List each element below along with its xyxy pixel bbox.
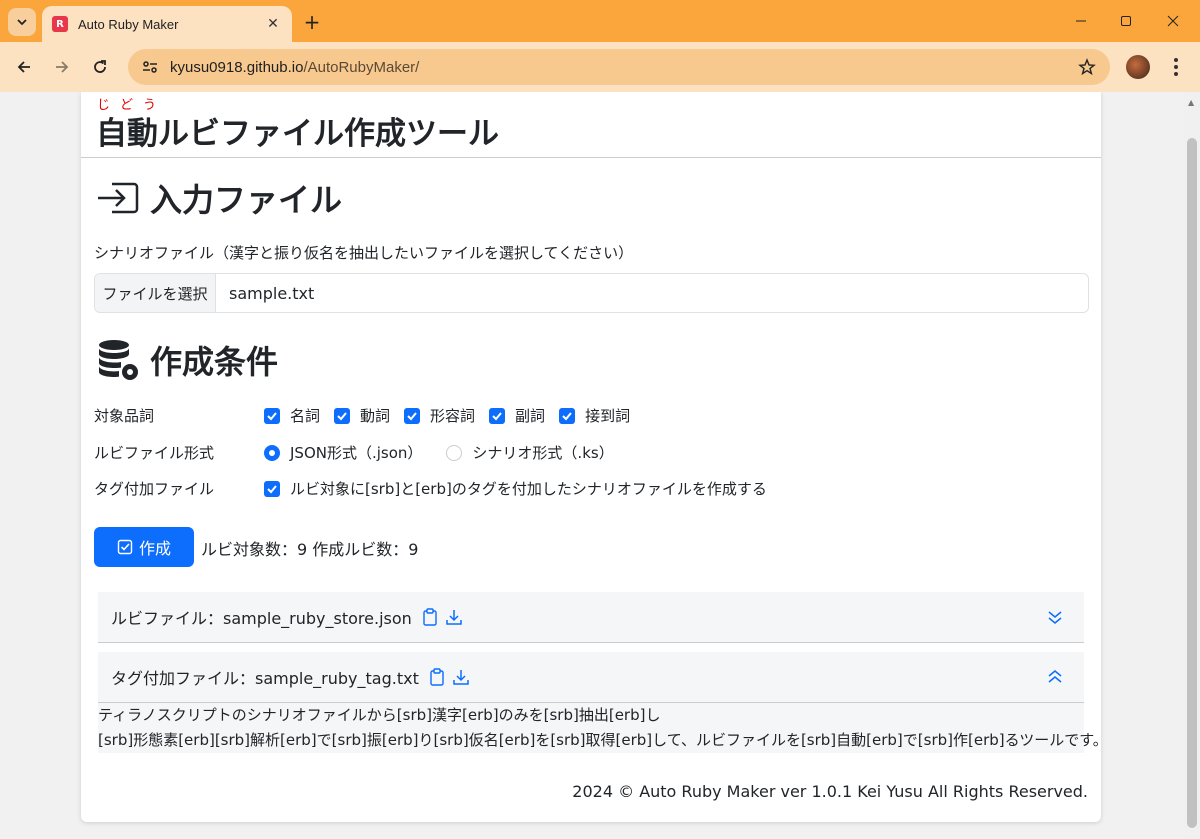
scenario-file-label: シナリオファイル（漢字と振り仮名を抽出したいファイルを選択してください） (94, 244, 634, 262)
divider (81, 157, 1101, 158)
choose-file-button[interactable]: ファイルを選択 (95, 274, 216, 312)
divider (98, 642, 1084, 643)
favicon-icon: R (52, 16, 68, 32)
ruby-file-label: ルビファイル：sample_ruby_store.json (111, 609, 412, 628)
tag-checkbox[interactable] (264, 480, 280, 497)
clipboard-icon[interactable] (427, 667, 447, 687)
pos-label-verb: 動詞 (360, 407, 391, 425)
tab-search-button[interactable] (8, 8, 36, 36)
check-icon (267, 411, 277, 420)
create-button-label: 作成 (138, 539, 171, 558)
pos-checkbox-adjective[interactable] (404, 407, 421, 424)
chevron-double-up-icon[interactable] (1046, 668, 1064, 686)
tag-file-label: タグ付加ファイル：sample_ruby_tag.txt (111, 669, 419, 688)
chevron-down-icon (17, 19, 27, 26)
back-button[interactable] (12, 55, 36, 79)
tag-option: ルビ対象に[srb]と[erb]のタグを付加したシナリオファイルを作成する (264, 478, 781, 499)
check-square-icon (117, 539, 133, 555)
format-radio-ks[interactable] (446, 444, 463, 461)
page-viewport: じどう 自動ルビファイル作成ツール 入力ファイル シナリオファイル（漢字と振り仮… (0, 92, 1200, 839)
bookmark-star-icon[interactable] (1076, 56, 1098, 78)
count-status: ルビ対象数：9 作成ルビ数：9 (201, 540, 419, 559)
reload-button[interactable] (88, 55, 112, 79)
vertical-scrollbar[interactable]: ▲ (1184, 92, 1200, 839)
conditions-section-title: 作成条件 (150, 343, 279, 381)
tag-file-accordion[interactable]: タグ付加ファイル：sample_ruby_tag.txt (98, 652, 1084, 702)
pos-label-noun: 名詞 (290, 407, 321, 425)
input-section-title: 入力ファイル (150, 181, 343, 219)
url-host: kyusu0918.github.io (170, 58, 304, 76)
conditions-section-header: 作成条件 (96, 337, 278, 383)
close-tab-icon[interactable]: ✕ (264, 15, 282, 33)
browser-toolbar: kyusu0918.github.io/AutoRubyMaker/ (0, 42, 1200, 92)
format-label-ks: シナリオ形式（.ks） (472, 444, 614, 462)
pos-checkbox-adverb[interactable] (489, 407, 506, 424)
pos-label-adverb: 副詞 (515, 407, 546, 425)
pos-label: 対象品詞 (94, 407, 155, 425)
file-input[interactable]: ファイルを選択 sample.txt (94, 273, 1089, 313)
input-section-header: 入力ファイル (96, 175, 342, 221)
download-icon[interactable] (451, 667, 471, 687)
url-path: /AutoRubyMaker/ (303, 58, 420, 76)
minimize-icon (1076, 20, 1086, 22)
arrow-left-icon (17, 61, 30, 73)
pos-checkbox-noun[interactable] (264, 407, 280, 424)
pos-label-adjective: 形容詞 (430, 407, 476, 425)
preview-line: ティラノスクリプトのシナリオファイルから[srb]漢字[erb]のみを[srb]… (98, 706, 661, 724)
pos-checkbox-conjunction[interactable] (559, 407, 576, 424)
format-label: ルビファイル形式 (94, 444, 215, 462)
check-icon (267, 484, 277, 493)
tag-file-preview: ティラノスクリプトのシナリオファイルから[srb]漢字[erb]のみを[srb]… (98, 703, 1108, 753)
page-title: 自動ルビファイル作成ツール (96, 116, 499, 152)
browser-titlebar: R Auto Ruby Maker ✕ + (0, 0, 1200, 42)
check-icon (337, 411, 347, 420)
profile-avatar[interactable] (1126, 55, 1150, 79)
preview-line: [srb]形態素[erb][srb]解析[erb]で[srb]振[erb]り[s… (98, 731, 1108, 749)
scroll-thumb[interactable] (1187, 138, 1197, 828)
new-tab-button[interactable]: + (300, 10, 324, 34)
tag-file-label: タグ付加ファイル (94, 480, 215, 498)
check-icon (492, 411, 502, 420)
format-radio-json[interactable] (264, 444, 280, 461)
minimize-button[interactable] (1058, 0, 1104, 42)
pos-label-conjunction: 接到詞 (585, 407, 631, 425)
selected-file-name: sample.txt (229, 283, 315, 303)
ruby-file-accordion[interactable]: ルビファイル：sample_ruby_store.json (98, 592, 1084, 642)
close-icon (1167, 15, 1179, 27)
download-icon[interactable] (444, 607, 464, 627)
footer-copyright: 2024 © Auto Ruby Maker ver 1.0.1 Kei Yus… (572, 782, 1088, 801)
database-gear-icon (99, 340, 138, 380)
pos-checkbox-verb[interactable] (334, 407, 351, 424)
browser-menu-icon[interactable] (1168, 55, 1184, 79)
maximize-button[interactable] (1103, 0, 1149, 42)
arrow-right-icon (56, 61, 69, 73)
maximize-icon (1121, 16, 1131, 26)
create-button[interactable]: 作成 (94, 527, 194, 567)
site-info-icon[interactable] (140, 57, 160, 77)
address-bar[interactable]: kyusu0918.github.io/AutoRubyMaker/ (128, 49, 1110, 85)
pos-options: 名詞 動詞 形容詞 副詞 接到詞 (264, 405, 644, 426)
tag-option-label: ルビ対象に[srb]と[erb]のタグを付加したシナリオファイルを作成する (290, 480, 767, 498)
check-icon (407, 411, 417, 420)
format-options: JSON形式（.json） シナリオ形式（.ks） (264, 442, 628, 463)
main-card: じどう 自動ルビファイル作成ツール 入力ファイル シナリオファイル（漢字と振り仮… (81, 92, 1108, 822)
browser-tab[interactable]: R Auto Ruby Maker ✕ (42, 6, 292, 42)
tab-title: Auto Ruby Maker (78, 16, 179, 32)
box-arrow-in-icon (98, 182, 139, 214)
format-label-json: JSON形式（.json） (290, 444, 423, 462)
reload-icon (94, 60, 106, 73)
forward-button[interactable] (50, 55, 74, 79)
clipboard-icon[interactable] (420, 607, 440, 627)
check-icon (562, 411, 572, 420)
scroll-up-arrow-icon[interactable]: ▲ (1188, 98, 1196, 107)
chevron-double-down-icon[interactable] (1046, 608, 1064, 626)
close-window-button[interactable] (1150, 0, 1196, 42)
